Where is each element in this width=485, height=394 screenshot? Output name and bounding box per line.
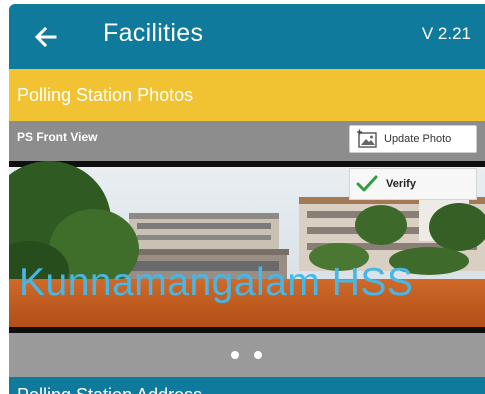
- verify-label: Verify: [386, 178, 416, 190]
- camera-photo-icon: [356, 129, 378, 149]
- section-header-address[interactable]: Polling Station Address: [9, 377, 485, 394]
- page-title: Facilities: [103, 19, 204, 47]
- ps-front-view-label: PS Front View: [17, 130, 98, 144]
- update-photo-button[interactable]: Update Photo: [349, 125, 477, 153]
- version-label: V 2.21: [421, 24, 471, 43]
- school-name-overlay: Kunnamangalam HSS: [19, 261, 414, 304]
- verify-button[interactable]: Verify: [349, 168, 477, 200]
- pager-dot-2[interactable]: [254, 351, 262, 359]
- next-section-title: Polling Station Address: [17, 385, 202, 394]
- section-header-photos: Polling Station Photos: [9, 69, 485, 121]
- app-bar: Facilities V 2.21: [9, 4, 485, 69]
- back-button[interactable]: [31, 22, 61, 52]
- app-screen: Facilities V 2.21 Polling Station Photos…: [9, 4, 485, 394]
- update-photo-label: Update Photo: [384, 133, 452, 145]
- photo-pager: [9, 333, 485, 377]
- pager-dot-1[interactable]: [231, 351, 239, 359]
- section-title: Polling Station Photos: [17, 85, 194, 105]
- arrow-left-icon: [34, 26, 57, 48]
- check-icon: [356, 174, 378, 194]
